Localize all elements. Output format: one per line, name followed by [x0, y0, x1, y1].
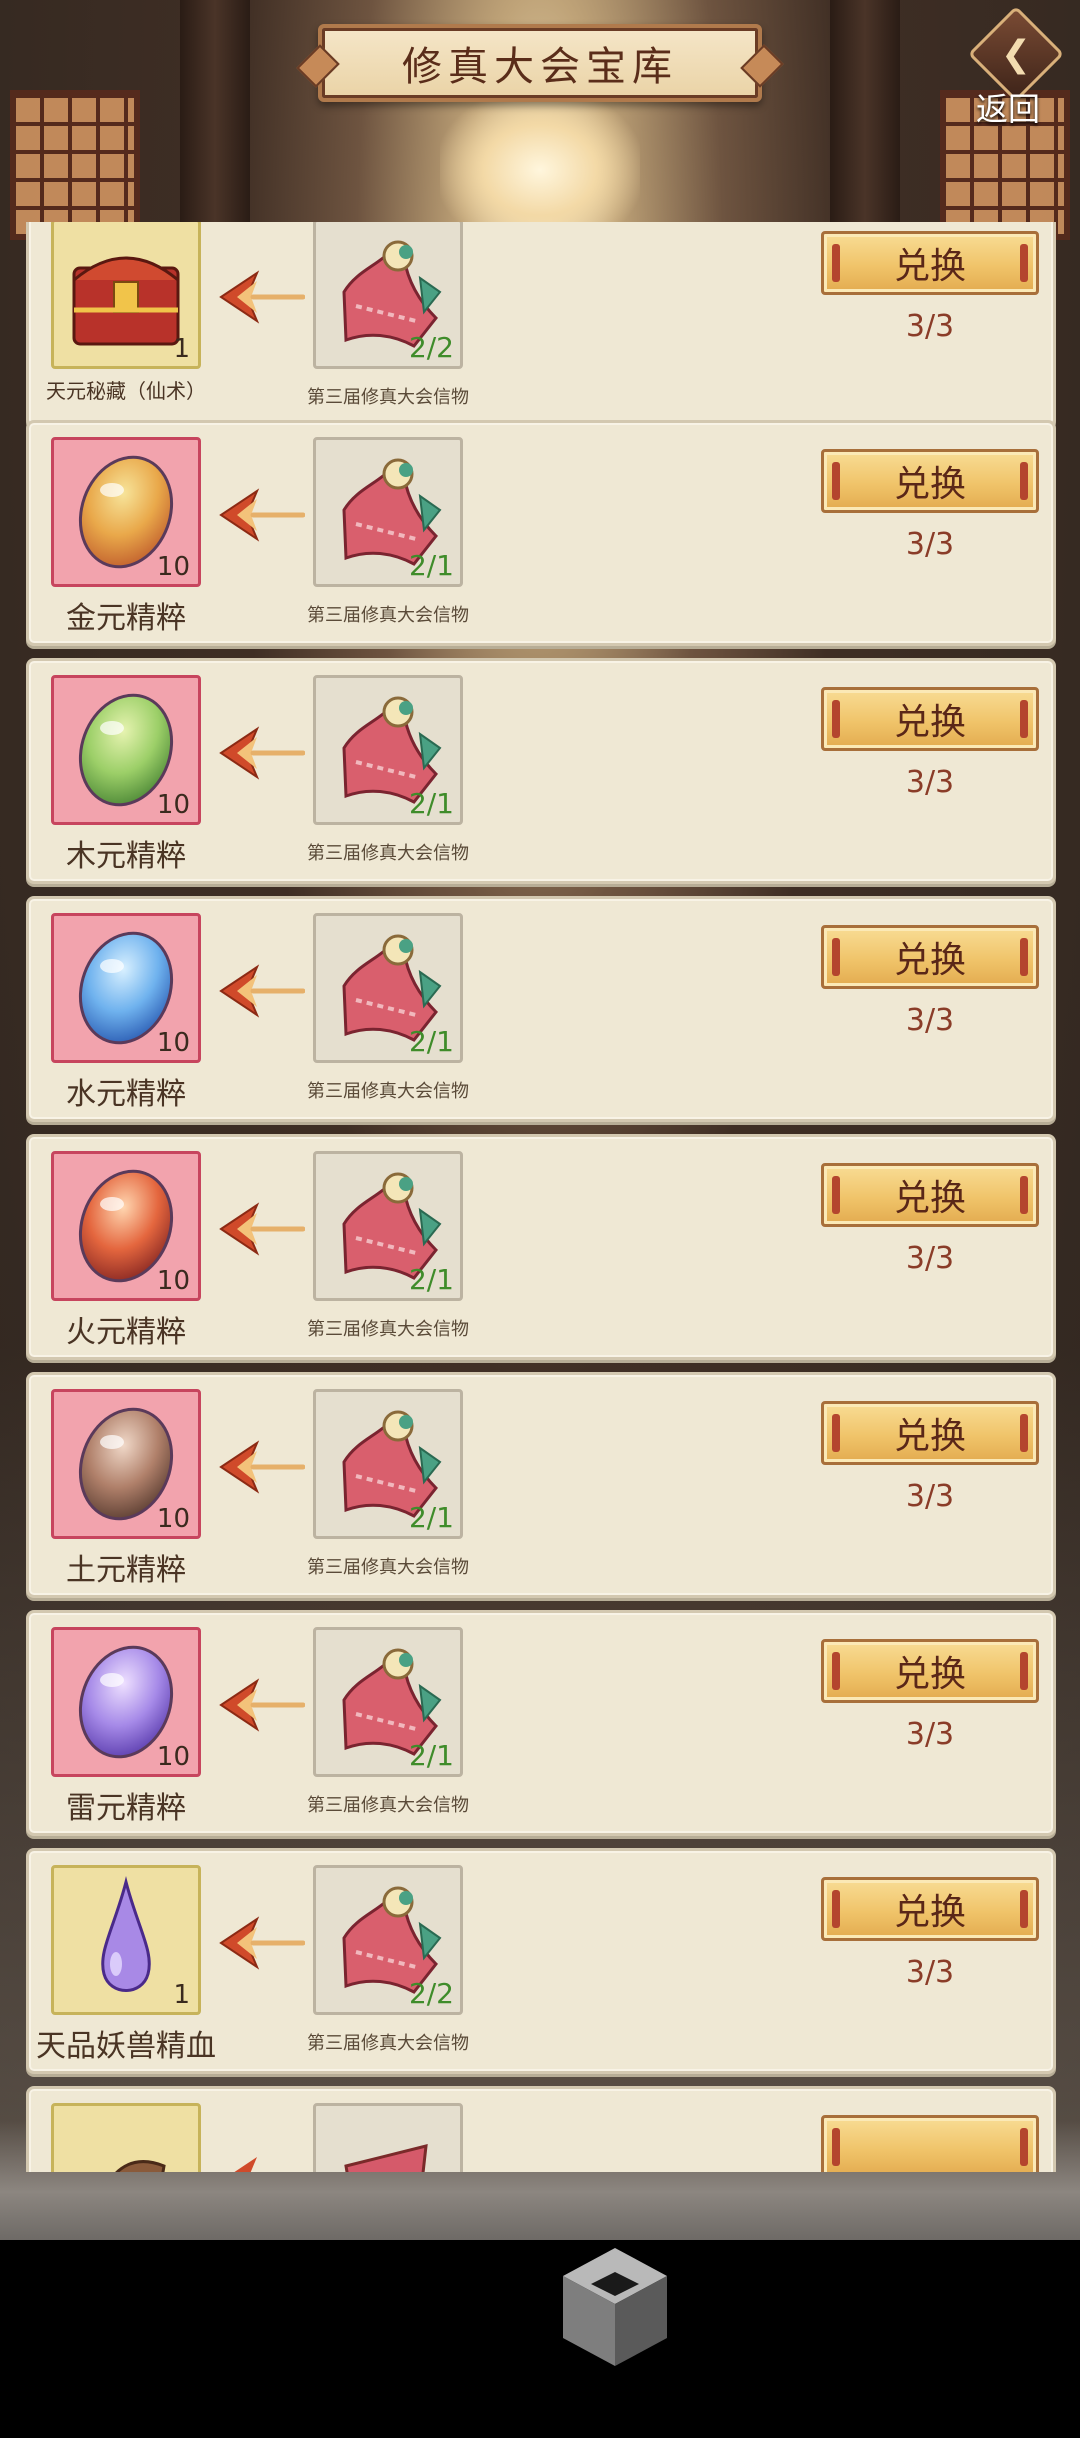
cost-slot[interactable]	[313, 2103, 463, 2172]
cost-slot[interactable]: 2/1	[313, 1151, 463, 1301]
cost-slot[interactable]: 2/2	[313, 222, 463, 369]
arrow-left-icon	[234, 2157, 257, 2172]
arrow-left-icon	[219, 726, 305, 780]
reward-slot[interactable]: 10	[51, 675, 201, 825]
exchange-button[interactable]: 兑换	[821, 1163, 1039, 1227]
reward-count: 1	[173, 334, 190, 364]
cost-name: 第三届修真大会信物	[307, 1081, 469, 1102]
list-item: 10 木元精粹 2/1 第三届修真大会信物 兑换 3/3	[26, 658, 1056, 884]
reward-name: 木元精粹	[66, 839, 186, 874]
list-item: 10 水元精粹 2/1 第三届修真大会信物 兑换 3/3	[26, 896, 1056, 1122]
reward-count: 10	[156, 1742, 190, 1772]
exchange-button[interactable]: 兑换	[821, 1639, 1039, 1703]
cost-slot[interactable]: 2/1	[313, 437, 463, 587]
reward-slot[interactable]: 1	[51, 1865, 201, 2015]
page-title: 修真大会宝库	[402, 44, 678, 90]
reward-name: 土元精粹	[66, 1553, 186, 1588]
arrow-left-icon	[219, 964, 305, 1018]
cost-slot[interactable]: 2/1	[313, 675, 463, 825]
lattice-window-left	[10, 90, 140, 240]
pillar	[830, 0, 900, 230]
cost-name: 第三届修真大会信物	[307, 1557, 469, 1578]
back-label: 返回	[976, 90, 1041, 128]
title-banner: 修真大会宝库	[318, 24, 762, 102]
reward-slot[interactable]: 1	[51, 222, 201, 369]
exchange-button[interactable]: 兑换	[821, 1877, 1039, 1941]
reward-count: 10	[156, 552, 190, 582]
arrow-left-icon	[219, 270, 305, 324]
reward-slot[interactable]: 10	[51, 1627, 201, 1777]
exchange-limit: 3/3	[905, 1717, 955, 1752]
reward-name: 金元精粹	[66, 601, 186, 636]
reward-name: 火元精粹	[66, 1315, 186, 1350]
reward-name: 天品妖兽精血	[36, 2029, 216, 2064]
reward-count: 10	[156, 1266, 190, 1296]
cost-count: 2/1	[408, 1739, 454, 1772]
exchange-button[interactable]: 兑换	[821, 687, 1039, 751]
exchange-limit: 3/3	[905, 527, 955, 562]
exchange-button[interactable]: 兑换	[821, 1401, 1039, 1465]
back-button[interactable]: 返回	[960, 5, 1070, 128]
cost-slot[interactable]: 2/1	[313, 913, 463, 1063]
cost-name: 第三届修真大会信物	[307, 1319, 469, 1340]
reward-slot[interactable]: 10	[51, 1389, 201, 1539]
exchange-limit: 3/3	[905, 1479, 955, 1514]
arrow-left-icon	[219, 1916, 305, 1970]
arrow-left-icon	[219, 1440, 305, 1494]
reward-slot[interactable]: 10	[51, 437, 201, 587]
exchange-button[interactable]: 兑换	[821, 449, 1039, 513]
list-item: 10 火元精粹 2/1 第三届修真大会信物 兑换 3/3	[26, 1134, 1056, 1360]
reward-slot[interactable]: 10	[51, 1151, 201, 1301]
cost-count: 2/2	[408, 1977, 454, 2010]
cost-name: 第三届修真大会信物	[307, 387, 469, 408]
cost-slot[interactable]: 2/2	[313, 1865, 463, 2015]
cube-icon[interactable]	[555, 2242, 675, 2372]
exchange-limit: 3/3	[905, 1241, 955, 1276]
cost-count: 2/1	[408, 1025, 454, 1058]
exchange-list[interactable]: 1 天元秘藏（仙术） 2/2 第三届修真大会信物 兑换 3/3 10 金元精粹	[26, 222, 1056, 2172]
cost-count: 2/1	[408, 787, 454, 820]
exchange-button[interactable]: 兑换	[821, 231, 1039, 295]
list-item: 10 雷元精粹 2/1 第三届修真大会信物 兑换 3/3	[26, 1610, 1056, 1836]
exchange-limit: 3/3	[905, 765, 955, 800]
exchange-limit: 3/3	[905, 1003, 955, 1038]
cost-slot[interactable]: 2/1	[313, 1389, 463, 1539]
reward-count: 10	[156, 790, 190, 820]
cost-name: 第三届修真大会信物	[307, 1795, 469, 1816]
reward-name: 雷元精粹	[66, 1791, 186, 1826]
exchange-limit: 3/3	[905, 1955, 955, 1990]
reward-name: 水元精粹	[66, 1077, 186, 1112]
reward-count: 10	[156, 1028, 190, 1058]
reward-slot[interactable]	[51, 2103, 201, 2172]
reward-slot[interactable]: 10	[51, 913, 201, 1063]
exchange-button[interactable]	[821, 2115, 1039, 2172]
cost-name: 第三届修真大会信物	[307, 843, 469, 864]
list-item: 1 天元秘藏（仙术） 2/2 第三届修真大会信物 兑换 3/3	[26, 222, 1056, 428]
cost-count: 2/1	[408, 549, 454, 582]
arrow-left-icon	[219, 1678, 305, 1732]
token-flag-icon	[344, 2144, 428, 2172]
exchange-button[interactable]: 兑换	[821, 925, 1039, 989]
scroll-item-icon	[115, 2160, 166, 2172]
cost-count: 2/1	[408, 1501, 454, 1534]
reward-count: 10	[156, 1504, 190, 1534]
cost-slot[interactable]: 2/1	[313, 1627, 463, 1777]
arrow-left-icon	[219, 1202, 305, 1256]
cost-name: 第三届修真大会信物	[307, 605, 469, 626]
arrow-left-icon	[219, 488, 305, 542]
bottom-bar	[0, 2240, 1080, 2438]
cost-count: 2/2	[408, 331, 454, 364]
list-item-partial	[26, 2086, 1056, 2172]
list-item: 1 天品妖兽精血 2/2 第三届修真大会信物 兑换 3/3	[26, 1848, 1056, 2074]
exchange-limit: 3/3	[905, 309, 955, 344]
list-item: 10 土元精粹 2/1 第三届修真大会信物 兑换 3/3	[26, 1372, 1056, 1598]
reward-name: 天元秘藏（仙术）	[46, 379, 206, 403]
pillar	[180, 0, 250, 230]
reward-count: 1	[173, 1980, 190, 2010]
cost-count: 2/1	[408, 1263, 454, 1296]
cost-name: 第三届修真大会信物	[307, 2033, 469, 2054]
list-item: 10 金元精粹 2/1 第三届修真大会信物 兑换 3/3	[26, 420, 1056, 646]
